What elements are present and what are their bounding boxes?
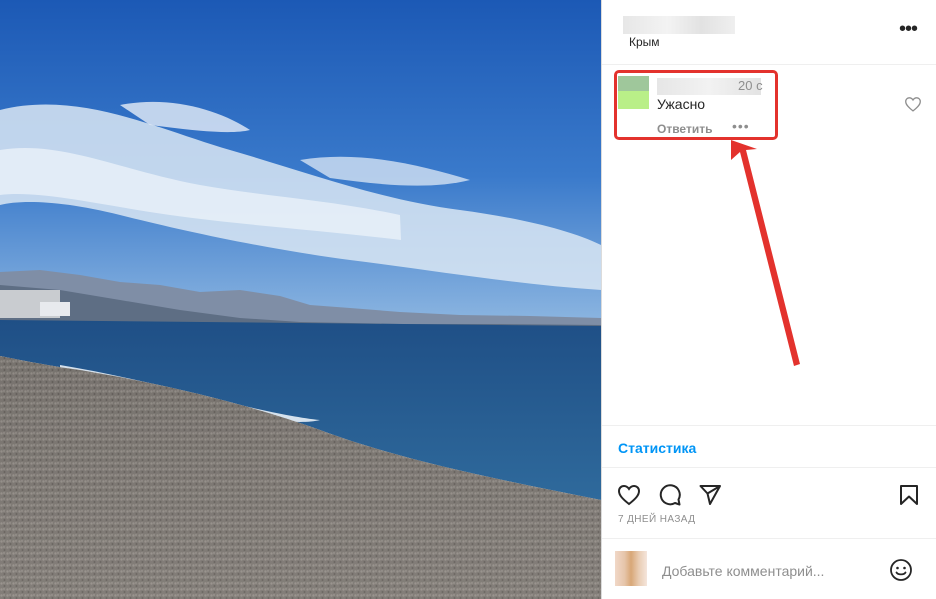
post-date: 7 ДНЕЙ НАЗАД <box>618 514 696 525</box>
statistics-link[interactable]: Статистика <box>618 440 696 456</box>
divider <box>602 538 936 539</box>
post-photo[interactable] <box>0 0 601 599</box>
more-icon[interactable]: ••• <box>898 19 918 42</box>
comment-highlight-box <box>614 70 778 140</box>
comment-icon[interactable] <box>658 483 682 507</box>
beach-photo <box>0 0 601 599</box>
post-panel: Крым ••• 20 с Ужасно Ответить ••• Статис… <box>601 0 936 599</box>
share-icon[interactable] <box>698 483 722 507</box>
heart-icon[interactable] <box>617 483 641 507</box>
emoji-icon[interactable] <box>889 558 913 582</box>
add-comment-input[interactable]: Добавьте комментарий... <box>662 563 824 579</box>
post-location[interactable]: Крым <box>629 35 660 49</box>
post-header: Крым ••• <box>602 0 936 65</box>
like-icon[interactable] <box>904 96 922 112</box>
user-avatar-blurred <box>615 551 647 586</box>
divider <box>602 425 936 426</box>
divider <box>602 467 936 468</box>
bookmark-icon[interactable] <box>897 483 921 507</box>
author-name-blurred[interactable] <box>623 16 735 34</box>
